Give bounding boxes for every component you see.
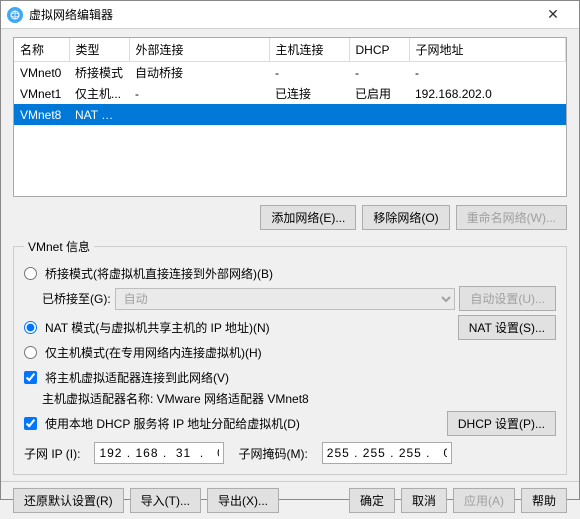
window-title: 虚拟网络编辑器 <box>29 6 113 23</box>
cancel-button[interactable]: 取消 <box>401 488 447 513</box>
cell-host <box>269 104 349 125</box>
rename-network-button: 重命名网络(W)... <box>456 205 567 230</box>
help-button[interactable]: 帮助 <box>521 488 567 513</box>
table-row[interactable]: VMnet8NAT 模式 <box>14 104 566 125</box>
remove-network-button[interactable]: 移除网络(O) <box>362 205 449 230</box>
vmnet-info-legend: VMnet 信息 <box>24 238 94 255</box>
subnet-ip-label: 子网 IP (I): <box>24 445 80 462</box>
bridge-to-select: 自动 <box>115 288 456 310</box>
adapter-name-text: 主机虚拟适配器名称: VMware 网络适配器 VMnet8 <box>42 390 556 407</box>
cell-subnet <box>409 104 566 125</box>
col-subnet[interactable]: 子网地址 <box>409 38 566 62</box>
subnet-mask-label: 子网掩码(M): <box>238 445 307 462</box>
cell-name: VMnet0 <box>14 62 69 84</box>
app-icon <box>7 7 23 23</box>
subnet-mask-input[interactable] <box>322 442 452 464</box>
cell-dhcp <box>349 104 409 125</box>
cell-host: - <box>269 62 349 84</box>
hostonly-label: 仅主机模式(在专用网络内连接虚拟机)(H) <box>45 344 262 361</box>
cell-host: 已连接 <box>269 83 349 104</box>
cell-ext: 自动桥接 <box>129 62 269 84</box>
use-dhcp-checkbox[interactable] <box>24 417 37 430</box>
add-network-button[interactable]: 添加网络(E)... <box>260 205 356 230</box>
cell-ext <box>129 104 269 125</box>
connect-host-label: 将主机虚拟适配器连接到此网络(V) <box>45 369 229 386</box>
cell-subnet: 192.168.202.0 <box>409 83 566 104</box>
hostonly-radio[interactable] <box>24 346 37 359</box>
restore-defaults-button[interactable]: 还原默认设置(R) <box>13 488 124 513</box>
cell-dhcp: - <box>349 62 409 84</box>
cell-ext: - <box>129 83 269 104</box>
col-ext[interactable]: 外部连接 <box>129 38 269 62</box>
col-dhcp[interactable]: DHCP <box>349 38 409 62</box>
cell-type: NAT 模式 <box>69 104 129 125</box>
import-button[interactable]: 导入(T)... <box>130 488 201 513</box>
col-host[interactable]: 主机连接 <box>269 38 349 62</box>
cell-subnet: - <box>409 62 566 84</box>
subnet-ip-input[interactable] <box>94 442 224 464</box>
auto-settings-button: 自动设置(U)... <box>459 286 556 311</box>
table-row[interactable]: VMnet1仅主机...-已连接已启用192.168.202.0 <box>14 83 566 104</box>
close-icon[interactable]: ✕ <box>533 6 573 23</box>
cell-name: VMnet1 <box>14 83 69 104</box>
cell-type: 仅主机... <box>69 83 129 104</box>
connect-host-checkbox[interactable] <box>24 371 37 384</box>
bridge-to-label: 已桥接至(G): <box>42 290 111 307</box>
cell-type: 桥接模式 <box>69 62 129 84</box>
network-table[interactable]: 名称 类型 外部连接 主机连接 DHCP 子网地址 VMnet0桥接模式自动桥接… <box>13 37 567 197</box>
nat-radio[interactable] <box>24 321 37 334</box>
bridge-label: 桥接模式(将虚拟机直接连接到外部网络)(B) <box>45 265 273 282</box>
bridge-radio[interactable] <box>24 267 37 280</box>
apply-button: 应用(A) <box>453 488 515 513</box>
export-button[interactable]: 导出(X)... <box>207 488 279 513</box>
ok-button[interactable]: 确定 <box>349 488 395 513</box>
col-name[interactable]: 名称 <box>14 38 69 62</box>
col-type[interactable]: 类型 <box>69 38 129 62</box>
vmnet-info-group: VMnet 信息 桥接模式(将虚拟机直接连接到外部网络)(B) 已桥接至(G):… <box>13 238 567 475</box>
use-dhcp-label: 使用本地 DHCP 服务将 IP 地址分配给虚拟机(D) <box>45 415 300 432</box>
cell-name: VMnet8 <box>14 104 69 125</box>
dhcp-settings-button[interactable]: DHCP 设置(P)... <box>447 411 556 436</box>
table-row[interactable]: VMnet0桥接模式自动桥接--- <box>14 62 566 84</box>
nat-settings-button[interactable]: NAT 设置(S)... <box>458 315 556 340</box>
cell-dhcp: 已启用 <box>349 83 409 104</box>
nat-label: NAT 模式(与虚拟机共享主机的 IP 地址)(N) <box>45 319 270 336</box>
